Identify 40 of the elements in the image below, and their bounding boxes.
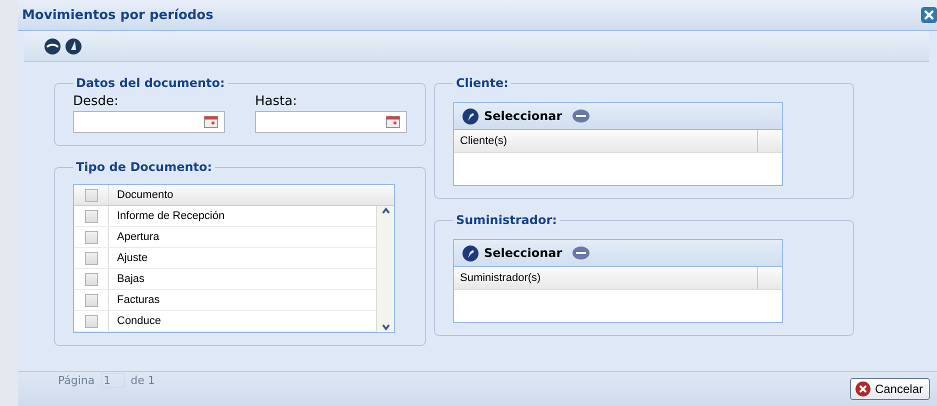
- pager-label: Página: [58, 374, 95, 386]
- checkbox[interactable]: [84, 252, 98, 264]
- calendar-icon[interactable]: [204, 116, 218, 128]
- close-icon[interactable]: [921, 7, 937, 23]
- select-button[interactable]: Seleccionar: [462, 244, 562, 262]
- checkbox[interactable]: [84, 188, 98, 202]
- table-cell-text: Bajas: [116, 273, 146, 285]
- close-icon: [854, 381, 871, 397]
- table-cell-text: Conduce: [116, 315, 162, 327]
- table-cell-text: Informe de Recepción: [116, 210, 226, 222]
- panel-title: Tipo de Documento:: [75, 160, 214, 174]
- table-cell-text: Apertura: [116, 231, 160, 243]
- page-count: de 1: [130, 374, 155, 386]
- window-title: Movimientos por períodos: [22, 8, 214, 22]
- field-label: Hasta:: [255, 94, 298, 109]
- panel-title: Cliente:: [455, 76, 510, 90]
- remove-icon[interactable]: [572, 246, 590, 260]
- field-label: Desde:: [73, 94, 120, 109]
- scroll-up-icon[interactable]: [380, 206, 392, 216]
- column-header: Cliente(s): [454, 130, 758, 152]
- date-field[interactable]: [255, 111, 407, 133]
- checkbox[interactable]: [84, 272, 98, 286]
- date-field[interactable]: [73, 111, 225, 133]
- cancel-button[interactable]: Cancelar: [850, 378, 930, 400]
- calendar-icon[interactable]: [386, 116, 400, 128]
- table-cell-text: Ajuste: [116, 252, 149, 264]
- panel-title: Datos del documento:: [75, 76, 226, 90]
- page-field: 1: [100, 372, 125, 388]
- column-header: Suministrador(s): [454, 267, 758, 289]
- remove-icon[interactable]: [572, 109, 590, 123]
- table-cell-text: Facturas: [116, 294, 161, 306]
- checkbox[interactable]: [84, 230, 98, 244]
- checkbox[interactable]: [84, 210, 98, 222]
- scroll-down-icon[interactable]: [380, 322, 392, 332]
- panel-title: Suministrador:: [455, 213, 558, 227]
- column-header: Documento: [116, 189, 174, 201]
- scrollbar[interactable]: [376, 206, 394, 332]
- checkbox[interactable]: [84, 314, 98, 328]
- checkbox[interactable]: [84, 294, 98, 306]
- select-button[interactable]: Seleccionar: [462, 108, 562, 124]
